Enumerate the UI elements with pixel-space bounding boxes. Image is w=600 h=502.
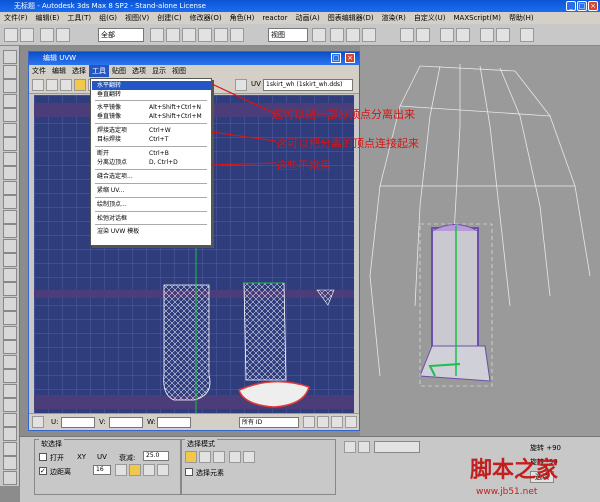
annotation-weld-vertices: 这可以把分离的顶点连接起来 [276,137,419,150]
annotation-arrows [211,83,277,166]
paint-select-icon[interactable] [344,441,356,453]
sketch-icon[interactable] [358,441,370,453]
site-watermark: 脚本之家 [470,457,559,483]
edge-mode-icon[interactable] [199,451,211,463]
soft-select-group: 软选择 打开 XY UV 衰减: 25.0 ✓ 边距离 16 [34,439,182,495]
falloff-label: 衰减: [119,454,136,462]
annotation-rarely-used: 这些不常用 [276,159,331,172]
xy-option[interactable]: XY [77,453,86,461]
open-checkbox[interactable] [39,453,47,461]
select-elements-label: 选择元素 [196,469,224,477]
select-elements-checkbox[interactable] [185,468,193,476]
fast-falloff-icon[interactable] [157,464,169,476]
face-mode-icon[interactable] [213,451,225,463]
uv-option[interactable]: UV [97,453,107,461]
param-button[interactable] [374,441,420,453]
edge-distance-label: 边距离 [50,468,71,476]
select-mode-label: 选择模式 [185,439,217,449]
vertex-mode-icon[interactable] [185,451,197,463]
falloff-curve-icon[interactable] [115,464,127,476]
open-label: 打开 [50,454,64,462]
edge-distance-checkbox[interactable]: ✓ [39,467,47,475]
falloff-input[interactable]: 25.0 [143,451,169,461]
site-watermark-url: www.jb51.net [476,487,538,497]
soft-select-label: 软选择 [39,439,64,449]
shrink-selection-icon[interactable] [243,451,255,463]
edge-distance-input[interactable]: 16 [93,465,111,475]
annotation-split-vertices: 这可以把一部分顶点分离出来 [272,108,415,121]
slow-falloff-icon[interactable] [143,464,155,476]
grow-selection-icon[interactable] [229,451,241,463]
select-mode-group: 选择模式 选择元素 [180,439,336,495]
linear-falloff-icon[interactable] [129,464,141,476]
